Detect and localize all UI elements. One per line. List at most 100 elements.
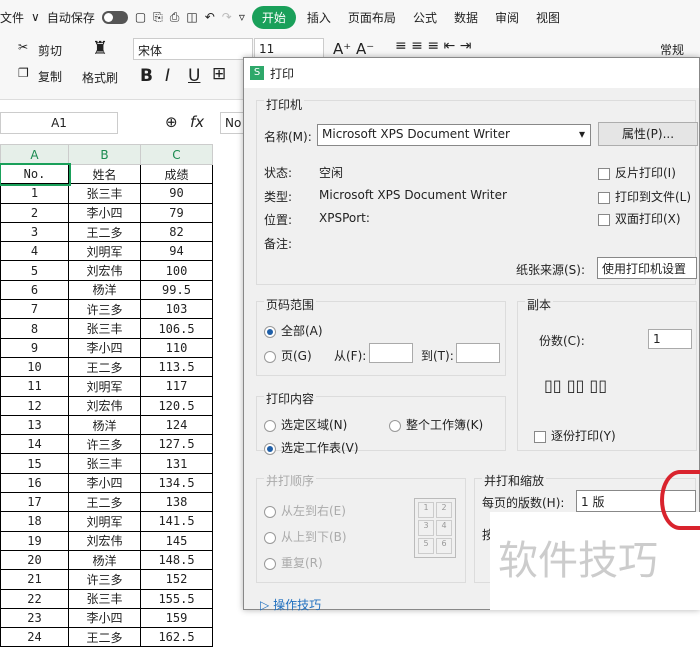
cell-reference-box[interactable]: A1 (0, 112, 118, 134)
cell[interactable]: 134.5 (140, 472, 213, 494)
cell[interactable]: 21 (0, 569, 69, 590)
cell[interactable]: 20 (0, 549, 69, 571)
undo-icon[interactable]: ↶ (205, 10, 215, 24)
cell[interactable]: 24 (0, 627, 69, 647)
from-page-input[interactable] (369, 343, 413, 363)
cell[interactable]: 18 (0, 511, 69, 532)
cell[interactable]: 5 (0, 260, 69, 281)
cell[interactable]: 120.5 (140, 395, 213, 416)
cell[interactable]: 杨洋 (68, 279, 141, 301)
cell[interactable]: 162.5 (140, 627, 213, 647)
cell[interactable]: 刘宏伟 (68, 395, 141, 416)
cell[interactable]: 张三丰 (68, 453, 141, 474)
column-header-c[interactable]: C (140, 144, 213, 165)
column-header-b[interactable]: B (68, 144, 141, 165)
cell[interactable]: 90 (140, 183, 213, 204)
tab-data[interactable]: 数据 (454, 9, 478, 26)
selection-radio[interactable]: 选定区域(N) (264, 416, 347, 433)
preview-icon[interactable]: ◫ (186, 10, 197, 24)
cell[interactable]: 94 (140, 241, 213, 262)
cell[interactable]: 138 (140, 492, 213, 513)
cell[interactable]: 2 (0, 202, 69, 223)
fx-icon[interactable]: fx (190, 113, 204, 131)
cell[interactable]: 127.5 (140, 434, 213, 455)
cell[interactable]: 7 (0, 299, 69, 320)
cell[interactable]: 79 (140, 202, 213, 223)
print-icon[interactable]: ⎙ (170, 10, 180, 25)
reverse-print-checkbox[interactable]: 反片打印(I) (598, 164, 676, 181)
sheet-radio[interactable]: 选定工作表(V) (264, 439, 359, 456)
to-page-input[interactable] (456, 343, 500, 363)
cell[interactable]: 110 (140, 337, 213, 358)
cell[interactable]: 131 (140, 453, 213, 474)
cell[interactable]: 141.5 (140, 511, 213, 532)
paper-source-select[interactable]: 使用打印机设置 (597, 257, 697, 279)
cell[interactable]: 3 (0, 221, 69, 243)
cell[interactable]: 张三丰 (68, 318, 141, 339)
cell[interactable]: 113.5 (140, 356, 213, 378)
cell[interactable]: 8 (0, 318, 69, 339)
cell[interactable]: 106.5 (140, 318, 213, 339)
cell[interactable]: 12 (0, 395, 69, 416)
cell[interactable]: 10 (0, 356, 69, 378)
save-icon[interactable]: ▢ (135, 10, 146, 24)
tab-view[interactable]: 视图 (536, 9, 560, 26)
column-header-a[interactable]: A (0, 144, 69, 165)
range-all-radio[interactable]: 全部(A) (264, 322, 323, 339)
cell[interactable]: 159 (140, 607, 213, 629)
cut-icon[interactable]: ✂ (18, 40, 28, 54)
tab-review[interactable]: 审阅 (495, 9, 519, 26)
cell[interactable]: 姓名 (68, 163, 141, 185)
cell[interactable]: 148.5 (140, 549, 213, 571)
properties-button[interactable]: 属性(P)... (598, 122, 698, 146)
zoom-icon[interactable]: ⊕ (165, 113, 178, 131)
collate-checkbox[interactable]: 逐份打印(Y) (534, 427, 616, 444)
cell[interactable]: 6 (0, 279, 69, 301)
cell[interactable]: 117 (140, 376, 213, 397)
cell[interactable]: 124 (140, 414, 213, 436)
duplex-checkbox[interactable]: 双面打印(X) (598, 210, 681, 227)
cell[interactable]: 许三多 (68, 434, 141, 455)
cell[interactable]: 13 (0, 414, 69, 436)
repeat-radio[interactable]: 重复(R) (264, 554, 323, 571)
file-menu[interactable]: 文件 (0, 9, 24, 26)
more-icon[interactable]: ▿ (239, 10, 245, 24)
cell[interactable]: 14 (0, 434, 69, 455)
cell[interactable]: 许三多 (68, 569, 141, 590)
cell[interactable]: 152 (140, 569, 213, 590)
cell[interactable]: 23 (0, 607, 69, 629)
cell[interactable]: 100 (140, 260, 213, 281)
bold-button[interactable]: B (140, 66, 153, 86)
cell[interactable]: 16 (0, 472, 69, 494)
cell[interactable]: 王二多 (68, 627, 141, 647)
cell[interactable]: 刘明军 (68, 241, 141, 262)
cell[interactable]: 17 (0, 492, 69, 513)
cell[interactable]: 刘明军 (68, 511, 141, 532)
format-painter-button[interactable]: 格式刷 (82, 69, 118, 86)
copies-count-input[interactable]: 1 (648, 329, 692, 349)
tips-link[interactable]: ▷ 操作技巧 (260, 596, 321, 613)
cell[interactable]: 155.5 (140, 588, 213, 609)
tab-insert[interactable]: 插入 (307, 9, 331, 26)
cell[interactable]: 103 (140, 299, 213, 320)
cell[interactable]: 李小四 (68, 607, 141, 629)
chevron-down-icon[interactable]: ∨ (31, 10, 40, 24)
cell[interactable]: 11 (0, 376, 69, 397)
cell[interactable]: 19 (0, 530, 69, 551)
copy-button[interactable]: 复制 (38, 68, 62, 85)
tab-start[interactable]: 开始 (251, 5, 296, 29)
cell[interactable]: 1 (0, 183, 69, 204)
cell[interactable]: 许三多 (68, 299, 141, 320)
cell[interactable]: 9 (0, 337, 69, 358)
range-pages-radio[interactable]: 页(G) (264, 347, 312, 364)
redo-icon[interactable]: ↷ (222, 10, 232, 24)
font-select[interactable]: 宋体 (133, 38, 253, 60)
printer-name-select[interactable]: Microsoft XPS Document Writer ▾ (317, 124, 591, 146)
brush-icon[interactable]: ♜ (92, 38, 108, 59)
cut-button[interactable]: 剪切 (38, 42, 62, 59)
spreadsheet-grid[interactable]: ABC No. 姓名 成绩 1 张三丰 90 2 李小四 79 3 王二多 82 4 刘明军 94 5 刘宏伟 1… (0, 144, 213, 647)
cell[interactable]: 145 (140, 530, 213, 551)
italic-button[interactable]: I (165, 66, 170, 86)
cell[interactable]: 15 (0, 453, 69, 474)
export-icon[interactable]: ⎘ (153, 10, 163, 25)
